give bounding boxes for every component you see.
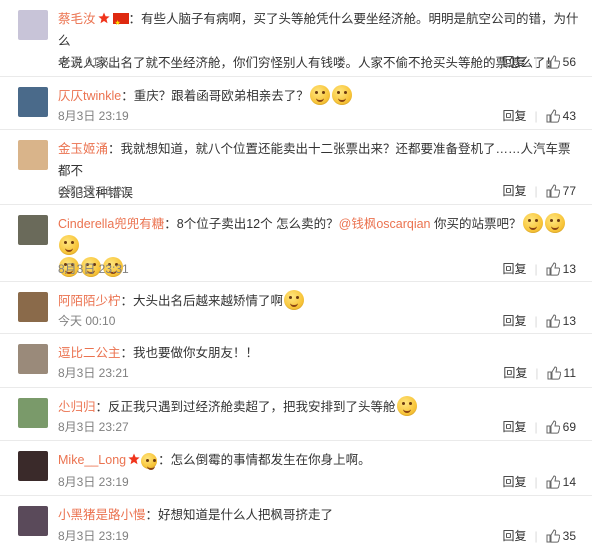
reply-button[interactable]: 回复 xyxy=(503,55,527,69)
like-button[interactable]: 43 xyxy=(546,109,576,123)
comment-time: 8月3日 23:21 xyxy=(58,184,129,198)
comment-item: 仄仄twinkle：重庆？跟着函哥欧弟相亲去了？ 8月3日 23:19 回复 | 4… xyxy=(0,77,592,130)
comment-text: ：我就想知道，就八个位置还能卖出十二张票出来？还都要准备登机了……人汽车票都不 xyxy=(58,142,571,178)
comment-time: 今天 00:10 xyxy=(58,314,116,328)
thumbs-up-icon xyxy=(546,109,560,123)
like-count: 13 xyxy=(562,262,576,276)
comment-time: 8月3日 23:19 xyxy=(58,529,129,543)
like-button[interactable]: 13 xyxy=(546,262,576,276)
like-count: 69 xyxy=(562,420,576,434)
like-button[interactable]: 35 xyxy=(546,529,576,543)
username[interactable]: 金玉姬涌 xyxy=(58,142,108,156)
emoji-icon xyxy=(59,235,79,255)
reply-button[interactable]: 回复 xyxy=(503,314,527,328)
avatar[interactable] xyxy=(18,215,48,245)
like-button[interactable]: 13 xyxy=(546,314,576,328)
thumbs-up-icon xyxy=(546,262,560,276)
comment-time: 8月3日 23:31 xyxy=(58,262,129,276)
comment-time: 8月3日 23:27 xyxy=(58,420,129,434)
comment-item: 小黑猪是路小慢：好想知道是什么人把枫哥挤走了 8月3日 23:19 回复 | 35 xyxy=(0,496,592,553)
reply-button[interactable]: 回复 xyxy=(503,109,527,123)
avatar[interactable] xyxy=(18,344,48,374)
avatar[interactable] xyxy=(18,451,48,481)
thumbs-up-icon xyxy=(546,314,560,328)
comment-list: 蔡毛汝：有些人脑子有病啊，买了头等舱凭什么要坐经济舱。明明是航空公司的错，为什么… xyxy=(0,0,592,553)
comment-item: 蔡毛汝：有些人脑子有病啊，买了头等舱凭什么要坐经济舱。明明是航空公司的错，为什么… xyxy=(0,0,592,77)
comment-item: Mike__Long ：怎么倒霉的事情都发生在你身上啊。 8月3日 23:19 回… xyxy=(0,441,592,496)
reply-button[interactable]: 回复 xyxy=(503,420,527,434)
comment-text: 你买的站票吧？ xyxy=(434,217,522,231)
reply-button[interactable]: 回复 xyxy=(503,475,527,489)
comment-text: ：好想知道是什么人把枫哥挤走了 xyxy=(145,508,334,522)
china-flag-icon xyxy=(112,13,129,35)
like-count: 77 xyxy=(562,184,576,198)
comment-text: ：大头出名后越来越矫情了啊 xyxy=(120,294,284,308)
like-count: 43 xyxy=(562,109,576,123)
comment-time: 今天 01:55 xyxy=(58,55,116,69)
avatar[interactable] xyxy=(18,506,48,536)
comment-text: ：8个位子卖出12个 怎么卖的？ xyxy=(164,217,339,231)
comment-time: 8月3日 23:21 xyxy=(58,366,129,380)
thumbs-up-icon xyxy=(547,366,561,380)
avatar[interactable] xyxy=(18,87,48,117)
star-badge-icon xyxy=(128,453,140,465)
avatar[interactable] xyxy=(18,292,48,322)
emoji-badge-icon xyxy=(141,453,158,470)
like-button[interactable]: 77 xyxy=(546,184,576,198)
username[interactable]: Cinderella兜兜有糖 xyxy=(58,217,164,231)
comment-text: ：怎么倒霉的事情都发生在你身上啊。 xyxy=(158,453,371,467)
thumbs-up-icon xyxy=(546,529,560,543)
avatar[interactable] xyxy=(18,398,48,428)
like-count: 11 xyxy=(563,366,576,380)
comment-text: ：有些人脑子有病啊，买了头等舱凭什么要坐经济舱。明明是航空公司的错，为什么 xyxy=(58,12,579,48)
like-count: 56 xyxy=(562,55,576,69)
emoji-icon xyxy=(522,213,543,233)
mention-link[interactable]: @钱枫oscarqian xyxy=(339,217,431,231)
comment-item: 尐归归：反正我只遇到过经济舱卖超了，把我安排到了头等舱 8月3日 23:27 回… xyxy=(0,388,592,441)
thumbs-up-icon xyxy=(546,475,560,489)
comment-text: ：我也要做你女朋友！！ xyxy=(120,346,259,360)
emoji-icon xyxy=(396,396,417,416)
avatar[interactable] xyxy=(18,140,48,170)
like-count: 13 xyxy=(562,314,576,328)
reply-button[interactable]: 回复 xyxy=(503,529,527,543)
username[interactable]: 仄仄twinkle xyxy=(58,89,121,103)
thumbs-up-icon xyxy=(546,55,560,69)
reply-button[interactable]: 回复 xyxy=(503,262,527,276)
emoji-icon xyxy=(284,290,305,310)
username[interactable]: 逗比二公主 xyxy=(58,346,121,360)
like-button[interactable]: 14 xyxy=(546,475,576,489)
thumbs-up-icon xyxy=(546,184,560,198)
comment-item: 逗比二公主：我也要做你女朋友！！ 8月3日 23:21 回复 | 11 xyxy=(0,334,592,388)
emoji-icon xyxy=(309,85,330,105)
comment-item: 阿陌陌少柠：大头出名后越来越矫情了啊 今天 00:10 回复 | 13 xyxy=(0,282,592,334)
comment-item: 金玉姬涌：我就想知道，就八个位置还能卖出十二张票出来？还都要准备登机了……人汽车… xyxy=(0,130,592,205)
username[interactable]: 阿陌陌少柠 xyxy=(58,294,121,308)
emoji-icon xyxy=(544,213,565,233)
username[interactable]: Mike__Long xyxy=(58,453,126,467)
thumbs-up-icon xyxy=(546,420,560,434)
reply-button[interactable]: 回复 xyxy=(503,366,527,380)
comment-text: ：重庆？跟着函哥欧弟相亲去了？ xyxy=(121,89,309,103)
comment-time: 8月3日 23:19 xyxy=(58,475,129,489)
username[interactable]: 蔡毛汝 xyxy=(58,12,96,26)
username[interactable]: 尐归归 xyxy=(58,400,96,414)
comment-text: ：反正我只遇到过经济舱卖超了，把我安排到了头等舱 xyxy=(95,400,396,414)
emoji-icon xyxy=(331,85,352,105)
avatar[interactable] xyxy=(18,10,48,40)
comment-time: 8月3日 23:19 xyxy=(58,109,129,123)
reply-button[interactable]: 回复 xyxy=(503,184,527,198)
like-button[interactable]: 11 xyxy=(547,366,576,380)
like-button[interactable]: 56 xyxy=(546,55,576,69)
star-badge-icon xyxy=(97,12,110,24)
like-count: 14 xyxy=(562,475,576,489)
like-count: 35 xyxy=(562,529,576,543)
like-button[interactable]: 69 xyxy=(546,420,576,434)
comment-item: Cinderella兜兜有糖：8个位子卖出12个 怎么卖的？@钱枫oscarqi… xyxy=(0,205,592,282)
username[interactable]: 小黑猪是路小慢 xyxy=(58,508,146,522)
